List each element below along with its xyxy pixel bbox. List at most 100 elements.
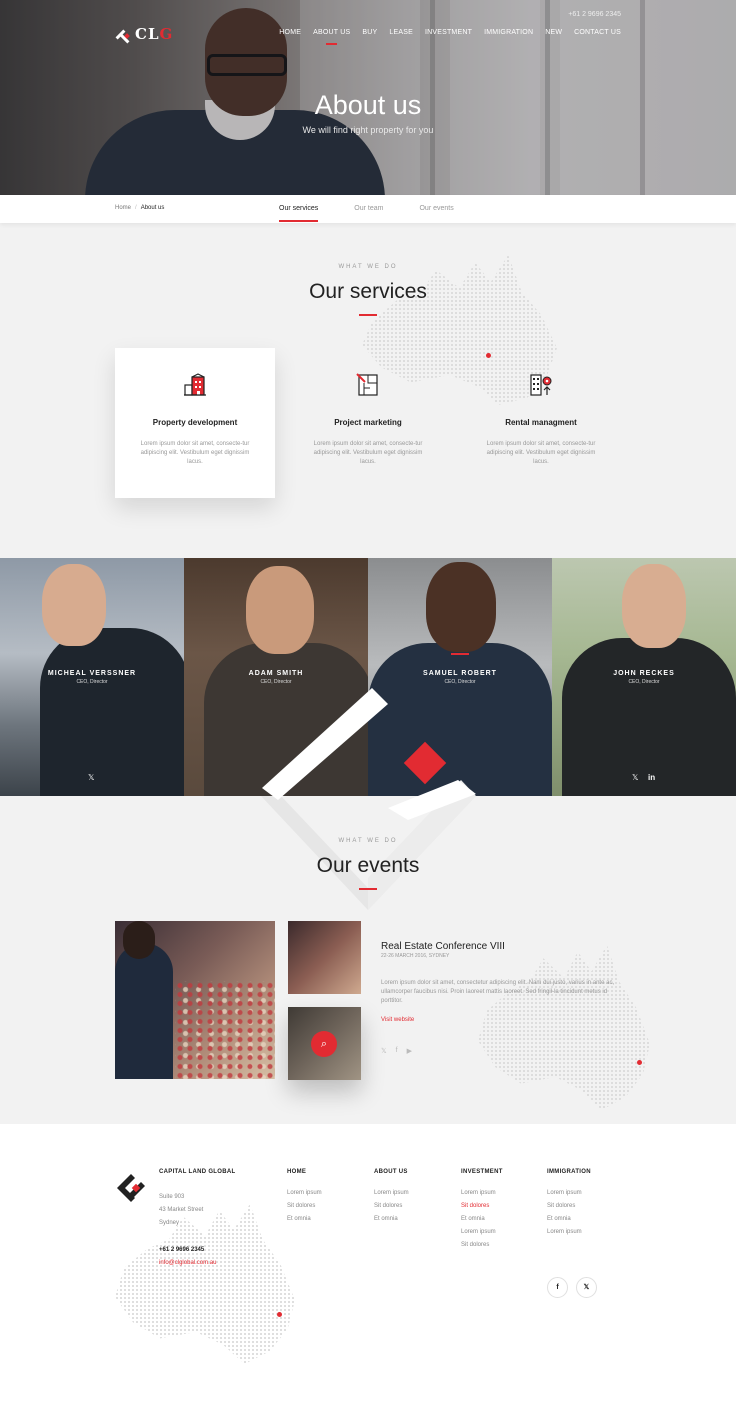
footer-column-investment: INVESTMENT Lorem ipsum Sit dolores Et om… <box>461 1169 503 1255</box>
header-phone[interactable]: +61 2 9696 2345 <box>568 11 621 18</box>
footer-link[interactable]: Et omnia <box>287 1216 322 1229</box>
services-title: Our services <box>309 280 427 303</box>
linkedin-icon[interactable]: in <box>648 773 655 782</box>
footer-column-about-us: ABOUT US Lorem ipsum Sit dolores Et omni… <box>374 1169 409 1229</box>
footer-link[interactable]: Et omnia <box>547 1216 591 1229</box>
footer-link[interactable]: Lorem ipsum <box>547 1190 591 1203</box>
logo-icon <box>115 26 131 44</box>
youtube-icon[interactable]: ▶ <box>407 1047 412 1055</box>
services-eyebrow: WHAT WE DO <box>338 264 398 270</box>
office-location-icon <box>530 374 552 396</box>
footer: CAPITAL LAND GLOBAL Suite 903 43 Market … <box>0 1124 736 1428</box>
event-photo-main[interactable] <box>115 921 275 1079</box>
breadcrumb-home[interactable]: Home <box>115 205 131 211</box>
team-member-card[interactable]: MICHEAL VERSSNER CEO, Director 𝕏 <box>0 558 184 796</box>
team-member-role: CEO, Director <box>444 679 476 685</box>
footer-email[interactable]: info@clglobal.com.au <box>159 1260 216 1266</box>
nav-home[interactable]: HOME <box>279 29 301 36</box>
map-pin-icon <box>277 1312 282 1317</box>
twitter-icon[interactable]: 𝕏 <box>88 773 94 782</box>
nav-buy[interactable]: BUY <box>362 29 377 36</box>
sub-navigation-bar: Home / About us Our services Our team Our … <box>0 195 736 223</box>
search-icon[interactable]: ⌕ <box>311 1031 337 1057</box>
events-title: Our events <box>316 854 420 877</box>
event-social-links: 𝕏 f ▶ <box>381 1047 412 1055</box>
service-title: Project marketing <box>334 418 402 427</box>
event-date: 22-26 MARCH 2016, SYDNEY <box>381 953 450 959</box>
name-divider <box>451 653 469 655</box>
footer-link[interactable]: Et omnia <box>461 1216 503 1229</box>
twitter-icon[interactable]: 𝕏 <box>576 1277 597 1298</box>
australia-dot-map <box>115 1204 295 1364</box>
nav-immigration[interactable]: IMMIGRATION <box>484 29 533 36</box>
title-divider <box>359 888 377 890</box>
event-description: Lorem ipsum dolor sit amet, consectetur … <box>381 980 615 1004</box>
event-title: Real Estate Conference VIII <box>381 941 505 952</box>
service-text: Lorem ipsum dolor sit amet, consecte-tur… <box>486 441 596 465</box>
footer-link[interactable]: Sit dolores <box>547 1203 591 1216</box>
site-logo[interactable]: CLG <box>115 25 173 44</box>
team-member-role: CEO, Director <box>76 679 108 685</box>
footer-link[interactable]: Lorem ipsum <box>461 1229 503 1242</box>
footer-logo-icon[interactable] <box>115 1172 147 1204</box>
page-subtitle: We will find right property for you <box>302 125 434 135</box>
team-member-name: JOHN RECKES <box>613 670 675 677</box>
page-title: About us <box>314 90 422 120</box>
team-member-name: MICHEAL VERSSNER <box>47 670 137 677</box>
nav-about-us[interactable]: ABOUT US <box>313 29 350 45</box>
team-member-name: ADAM SMITH <box>248 670 304 677</box>
blueprint-icon <box>356 373 378 396</box>
team-member-card[interactable]: JOHN RECKES CEO, Director 𝕏 in <box>552 558 736 796</box>
footer-link[interactable]: Lorem ipsum <box>461 1190 503 1203</box>
main-nav: HOME ABOUT US BUY LEASE INVESTMENT IMMIG… <box>279 29 621 45</box>
footer-address-line: Suite 903 <box>159 1194 185 1200</box>
nav-contact-us[interactable]: CONTACT US <box>574 29 621 36</box>
service-text: Lorem ipsum dolor sit amet, consecte-tur… <box>140 441 250 465</box>
section-tabs: Our services Our team Our events <box>279 205 454 222</box>
footer-column-title: HOME <box>287 1169 307 1175</box>
service-card-rental-management[interactable]: Rental managment Lorem ipsum dolor sit a… <box>461 348 621 498</box>
footer-link[interactable]: Sit dolores <box>374 1203 409 1216</box>
tab-our-events[interactable]: Our events <box>419 205 453 212</box>
nav-new[interactable]: NEW <box>545 29 562 36</box>
twitter-icon[interactable]: 𝕏 <box>632 773 638 782</box>
team-member-role: CEO, Director <box>628 679 660 685</box>
footer-company-name: CAPITAL LAND GLOBAL <box>159 1169 236 1175</box>
events-eyebrow: WHAT WE DO <box>338 838 398 844</box>
team-member-role: CEO, Director <box>260 679 292 685</box>
twitter-icon[interactable]: 𝕏 <box>381 1047 387 1055</box>
service-title: Rental managment <box>505 418 577 427</box>
map-pin-icon <box>637 1060 642 1065</box>
footer-link[interactable]: Lorem ipsum <box>374 1190 409 1203</box>
event-photo-thumbnail[interactable] <box>288 921 361 994</box>
australia-dot-map <box>478 945 650 1110</box>
title-divider <box>359 314 377 316</box>
nav-lease[interactable]: LEASE <box>389 29 413 36</box>
footer-column-title: IMMIGRATION <box>547 1169 591 1175</box>
breadcrumb: Home / About us <box>115 205 165 211</box>
footer-column-home: HOME Lorem ipsum Sit dolores Et omnia <box>287 1169 322 1229</box>
breadcrumb-current: About us <box>140 205 165 211</box>
visit-website-link[interactable]: Visit website <box>381 1017 414 1023</box>
service-card-project-marketing[interactable]: Project marketing Lorem ipsum dolor sit … <box>288 348 448 498</box>
footer-link[interactable]: Lorem ipsum <box>547 1229 591 1242</box>
footer-link[interactable]: Sit dolores <box>287 1203 322 1216</box>
tab-our-team[interactable]: Our team <box>354 205 383 212</box>
footer-column-immigration: IMMIGRATION Lorem ipsum Sit dolores Et o… <box>547 1169 591 1242</box>
footer-phone[interactable]: +61 2 9696 2345 <box>159 1247 204 1253</box>
service-card-property-development[interactable]: Property development Lorem ipsum dolor s… <box>115 348 275 498</box>
footer-link[interactable]: Lorem ipsum <box>287 1190 322 1203</box>
footer-column-title: ABOUT US <box>374 1169 408 1175</box>
footer-link[interactable]: Et omnia <box>374 1216 409 1229</box>
tab-our-services[interactable]: Our services <box>279 205 319 222</box>
footer-address-line: 43 Market Street <box>159 1207 204 1213</box>
service-text: Lorem ipsum dolor sit amet, consecte-tur… <box>313 441 423 465</box>
footer-link[interactable]: Sit dolores <box>461 1242 503 1255</box>
facebook-icon[interactable]: f <box>547 1277 568 1298</box>
team-member-name: SAMUEL ROBERT <box>423 670 497 677</box>
nav-investment[interactable]: INVESTMENT <box>425 29 472 36</box>
footer-address-line: Sydney <box>159 1220 180 1226</box>
building-icon <box>184 373 206 396</box>
footer-link-active[interactable]: Sit dolores <box>461 1203 503 1216</box>
facebook-icon[interactable]: f <box>396 1047 398 1055</box>
